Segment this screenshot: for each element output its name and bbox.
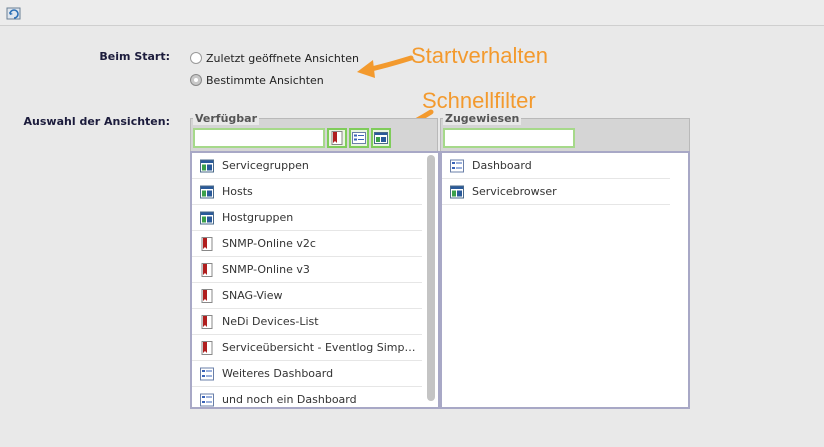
- grid-icon: [200, 159, 214, 173]
- available-list-item-label: Serviceübersicht - Eventlog Simp…: [222, 341, 416, 354]
- available-list[interactable]: Servicegruppen Hosts Hostgruppen SNMP-Onlin…: [190, 151, 440, 409]
- available-list-item[interactable]: SNMP-Online v2c: [192, 231, 422, 257]
- assigned-list-item-label: Dashboard: [472, 159, 532, 172]
- available-list-item[interactable]: SNMP-Online v3: [192, 257, 422, 283]
- available-list-item[interactable]: SNAG-View: [192, 283, 422, 309]
- dashboard-icon: [450, 159, 464, 173]
- radio-label-specific-views: Bestimmte Ansichten: [206, 73, 324, 87]
- grid-icon: [200, 211, 214, 225]
- toolbar: [0, 0, 824, 26]
- annotation-startverhalten: Startverhalten: [411, 43, 548, 68]
- radio-button-specific-views[interactable]: [190, 74, 202, 86]
- assigned-list-item-label: Servicebrowser: [472, 185, 557, 198]
- available-list-item-label: Hostgruppen: [222, 211, 294, 224]
- available-title: Verfügbar: [193, 112, 260, 125]
- grid-icon: [450, 185, 464, 199]
- arrow-startverhalten-icon: [357, 55, 414, 78]
- radio-specific-views[interactable]: Bestimmte Ansichten: [190, 71, 324, 89]
- assigned-title: Zugewiesen: [443, 112, 522, 125]
- bookmark-icon: [200, 262, 214, 277]
- annotation-schnellfilter: Schnellfilter: [422, 88, 536, 113]
- available-list-item-label: Hosts: [222, 185, 253, 198]
- filter-bookmark-button[interactable]: [327, 128, 347, 148]
- dashboard-icon: [200, 393, 214, 407]
- filter-dashboard-button[interactable]: [349, 128, 369, 148]
- available-list-item-label: SNAG-View: [222, 289, 283, 302]
- available-list-item-label: NeDi Devices-List: [222, 315, 319, 328]
- assigned-header: Zugewiesen: [440, 112, 690, 152]
- assigned-list-item[interactable]: Servicebrowser: [442, 179, 670, 205]
- dashboard-icon: [200, 367, 214, 381]
- available-list-item[interactable]: Serviceübersicht - Eventlog Simp…: [192, 335, 422, 361]
- filter-grid-button[interactable]: [371, 128, 391, 148]
- radio-last-opened[interactable]: Zuletzt geöffnete Ansichten: [190, 49, 359, 67]
- grid-icon: [374, 132, 388, 144]
- available-list-item[interactable]: Servicegruppen: [192, 153, 422, 179]
- assigned-list[interactable]: Dashboard Servicebrowser: [440, 151, 690, 409]
- bookmark-icon: [200, 314, 214, 329]
- available-list-item-label: SNMP-Online v3: [222, 263, 310, 276]
- radio-button-last-opened[interactable]: [190, 52, 202, 64]
- assigned-list-item[interactable]: Dashboard: [442, 153, 670, 179]
- available-list-item[interactable]: Hostgruppen: [192, 205, 422, 231]
- grid-icon: [200, 185, 214, 199]
- selection-label: Auswahl der Ansichten:: [23, 115, 170, 128]
- available-list-item-label: Weiteres Dashboard: [222, 367, 334, 380]
- dashboard-icon: [352, 132, 366, 144]
- start-label: Beim Start:: [99, 50, 170, 63]
- available-filter-input[interactable]: [193, 128, 325, 148]
- bookmark-icon: [200, 288, 214, 303]
- bookmark-icon: [200, 236, 214, 251]
- available-list-item[interactable]: Hosts: [192, 179, 422, 205]
- available-scrollbar-thumb[interactable]: [427, 155, 435, 401]
- available-list-item[interactable]: und noch ein Dashboard: [192, 387, 422, 407]
- bookmark-icon: [331, 131, 343, 145]
- available-scrollbar[interactable]: [425, 153, 437, 407]
- available-list-item[interactable]: NeDi Devices-List: [192, 309, 422, 335]
- reload-icon[interactable]: [6, 5, 22, 21]
- assigned-filter-input[interactable]: [443, 128, 575, 148]
- available-list-item[interactable]: Weiteres Dashboard: [192, 361, 422, 387]
- radio-label-last-opened: Zuletzt geöffnete Ansichten: [206, 51, 359, 65]
- available-header: Verfügbar: [190, 112, 438, 152]
- bookmark-icon: [200, 340, 214, 355]
- available-list-item-label: Servicegruppen: [222, 159, 309, 172]
- available-list-item-label: und noch ein Dashboard: [222, 393, 357, 406]
- available-list-item-label: SNMP-Online v2c: [222, 237, 316, 250]
